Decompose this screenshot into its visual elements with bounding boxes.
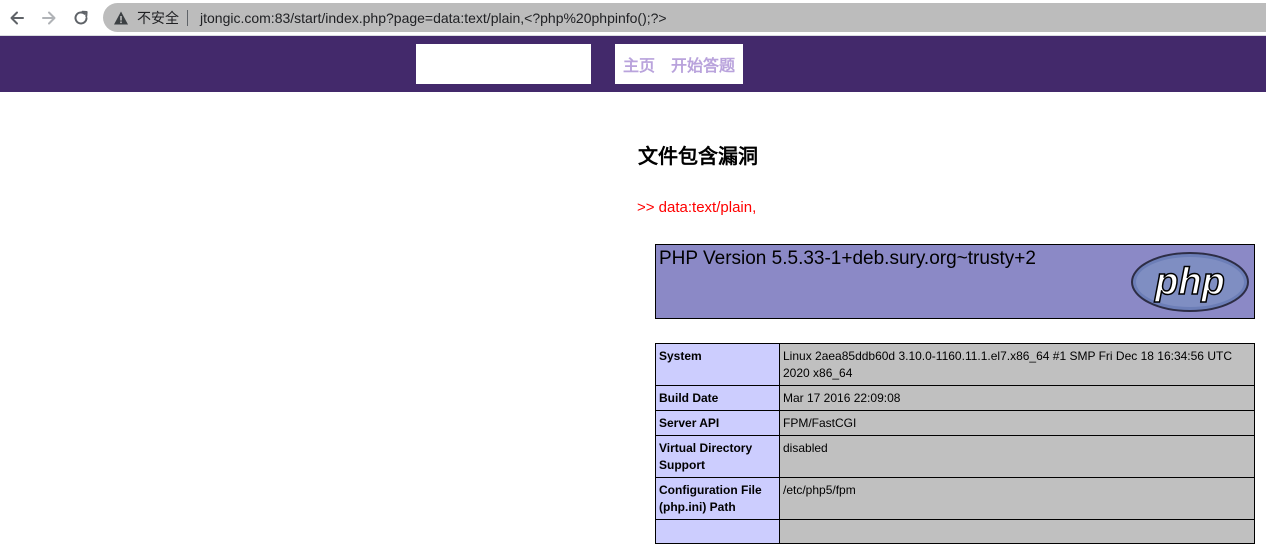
row-key: Configuration File (php.ini) Path (655, 477, 780, 520)
row-key: System (655, 343, 780, 386)
row-key (655, 519, 780, 544)
row-value (779, 519, 1255, 544)
site-header: 主页 开始答题 (0, 36, 1266, 92)
nav-start-quiz-link[interactable]: 开始答题 (671, 52, 735, 76)
warning-icon[interactable] (113, 10, 129, 26)
php-version-heading: PHP Version 5.5.33-1+deb.sury.org~trusty… (659, 248, 1036, 269)
php-logo[interactable]: php (1130, 251, 1250, 313)
url-text[interactable]: jtongic.com:83/start/index.php?page=data… (200, 10, 667, 26)
phpinfo-table: System Linux 2aea85ddb60d 3.10.0-1160.11… (655, 343, 1255, 544)
table-row (655, 519, 1255, 544)
row-key: Server API (655, 410, 780, 436)
row-value: Mar 17 2016 22:09:08 (779, 385, 1255, 411)
table-row: System Linux 2aea85ddb60d 3.10.0-1160.11… (655, 343, 1255, 386)
row-key: Virtual Directory Support (655, 435, 780, 478)
row-key: Build Date (655, 385, 780, 411)
address-bar[interactable]: 不安全 jtongic.com:83/start/index.php?page=… (103, 3, 1266, 32)
phpinfo-header: PHP Version 5.5.33-1+deb.sury.org~trusty… (655, 244, 1255, 319)
table-row: Configuration File (php.ini) Path /etc/p… (655, 477, 1255, 520)
table-row: Build Date Mar 17 2016 22:09:08 (655, 385, 1255, 411)
page-title: 文件包含漏洞 (638, 146, 758, 168)
table-row: Virtual Directory Support disabled (655, 435, 1255, 478)
browser-toolbar: 不安全 jtongic.com:83/start/index.php?page=… (0, 0, 1266, 36)
include-output-text: >> data:text/plain, (637, 199, 757, 216)
row-value: disabled (779, 435, 1255, 478)
search-input[interactable] (416, 44, 591, 84)
omnibox-divider (187, 9, 188, 26)
security-status-label[interactable]: 不安全 (137, 8, 179, 28)
main-nav: 主页 开始答题 (615, 44, 743, 84)
nav-home-link[interactable]: 主页 (623, 52, 655, 76)
reload-icon[interactable] (68, 5, 94, 31)
forward-arrow-icon[interactable] (36, 5, 62, 31)
row-value: Linux 2aea85ddb60d 3.10.0-1160.11.1.el7.… (779, 343, 1255, 386)
back-arrow-icon[interactable] (4, 5, 30, 31)
php-logo-text: php (1154, 261, 1225, 303)
row-value: /etc/php5/fpm (779, 477, 1255, 520)
table-row: Server API FPM/FastCGI (655, 410, 1255, 436)
row-value: FPM/FastCGI (779, 410, 1255, 436)
